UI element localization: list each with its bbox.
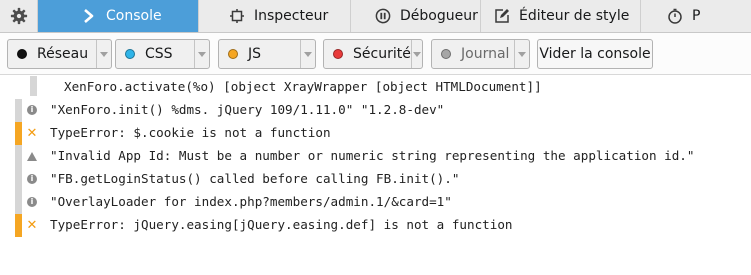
devtools-tab-bar: Console Inspecteur Débogueur Éditeur de … — [0, 0, 751, 33]
message-category-bar — [15, 214, 22, 237]
settings-gear-icon[interactable] — [0, 0, 38, 32]
tab-style-editor[interactable]: Éditeur de style — [481, 0, 641, 32]
tab-console[interactable]: Console — [38, 0, 199, 32]
filter-css-button[interactable]: CSS — [115, 39, 210, 69]
message-category-bar — [15, 145, 22, 168]
message-text: "OverlayLoader for index.php?members/adm… — [50, 194, 452, 209]
chevron-down-icon — [198, 51, 206, 57]
console-message-row[interactable]: ✕ TypeError: jQuery.easing[jQuery.easing… — [0, 214, 751, 237]
filter-network-dropdown[interactable] — [96, 40, 111, 68]
js-dot-icon — [228, 49, 238, 59]
filter-css-dropdown[interactable] — [194, 40, 209, 68]
message-text: XenForo.activate(%o) [object XrayWrapper… — [64, 79, 542, 94]
filter-network-button[interactable]: Réseau — [7, 39, 112, 69]
message-category-bar — [30, 76, 37, 96]
tab-performance[interactable]: P — [641, 0, 751, 32]
filter-security-button[interactable]: Sécurité — [323, 39, 423, 69]
error-x-icon: ✕ — [26, 125, 38, 141]
tab-debugger[interactable]: Débogueur — [351, 0, 481, 32]
error-x-icon: ✕ — [26, 217, 38, 233]
message-text: "FB.getLoginStatus() called before calli… — [50, 171, 460, 186]
console-message-row[interactable]: XenForo.activate(%o) [object XrayWrapper… — [0, 76, 751, 99]
message-category-bar — [15, 99, 22, 122]
console-filter-toolbar: Réseau CSS JS Sécurité Journal Vider la … — [0, 33, 751, 75]
network-dot-icon — [17, 49, 27, 59]
console-message-row[interactable]: ✕ TypeError: $.cookie is not a function — [0, 122, 751, 145]
tab-console-label: Console — [106, 8, 162, 24]
stopwatch-icon — [667, 8, 683, 24]
logging-dot-icon — [441, 49, 451, 59]
chevron-right-icon — [81, 8, 97, 24]
filter-logging-button[interactable]: Journal — [431, 39, 530, 69]
filter-css-label: CSS — [145, 46, 173, 62]
console-message-row[interactable]: i "FB.getLoginStatus() called before cal… — [0, 168, 751, 191]
message-text: TypeError: jQuery.easing[jQuery.easing.d… — [50, 217, 513, 232]
info-icon: i — [26, 173, 38, 185]
tab-inspector-label: Inspecteur — [254, 8, 329, 24]
warning-icon — [26, 150, 38, 162]
message-text: "XenForo.init() %dms. jQuery 109/1.11.0"… — [50, 102, 445, 117]
console-message-row[interactable]: i "XenForo.init() %dms. jQuery 109/1.11.… — [0, 99, 751, 122]
inspector-icon — [229, 8, 245, 24]
message-text: TypeError: $.cookie is not a function — [50, 125, 331, 140]
filter-logging-label: Journal — [461, 46, 510, 62]
tab-style-editor-label: Éditeur de style — [519, 8, 630, 24]
security-dot-icon — [333, 49, 343, 59]
tab-debugger-label: Débogueur — [400, 8, 478, 24]
console-output: XenForo.activate(%o) [object XrayWrapper… — [0, 76, 751, 275]
pencil-icon — [494, 8, 510, 24]
message-text: "Invalid App Id: Must be a number or num… — [50, 148, 695, 163]
filter-js-label: JS — [248, 46, 262, 62]
chevron-down-icon — [412, 51, 421, 57]
filter-network-label: Réseau — [37, 46, 89, 62]
chevron-down-icon — [100, 51, 108, 57]
clear-console-button[interactable]: Vider la console — [537, 39, 653, 69]
pause-icon — [375, 8, 391, 24]
message-category-bar — [15, 122, 22, 145]
message-category-bar — [15, 168, 22, 191]
message-category-bar — [15, 191, 22, 214]
filter-security-dropdown[interactable] — [410, 40, 422, 68]
filter-logging-dropdown[interactable] — [514, 40, 529, 68]
console-message-row[interactable]: i "OverlayLoader for index.php?members/a… — [0, 191, 751, 214]
css-dot-icon — [125, 49, 135, 59]
filter-js-dropdown[interactable] — [300, 40, 315, 68]
filter-security-label: Sécurité — [353, 46, 411, 62]
info-icon: i — [26, 104, 38, 116]
tab-inspector[interactable]: Inspecteur — [199, 0, 351, 32]
chevron-down-icon — [304, 51, 312, 57]
tab-performance-label: P — [692, 8, 701, 24]
console-message-row[interactable]: "Invalid App Id: Must be a number or num… — [0, 145, 751, 168]
filter-js-button[interactable]: JS — [218, 39, 316, 69]
chevron-down-icon — [518, 51, 526, 57]
info-icon: i — [26, 196, 38, 208]
